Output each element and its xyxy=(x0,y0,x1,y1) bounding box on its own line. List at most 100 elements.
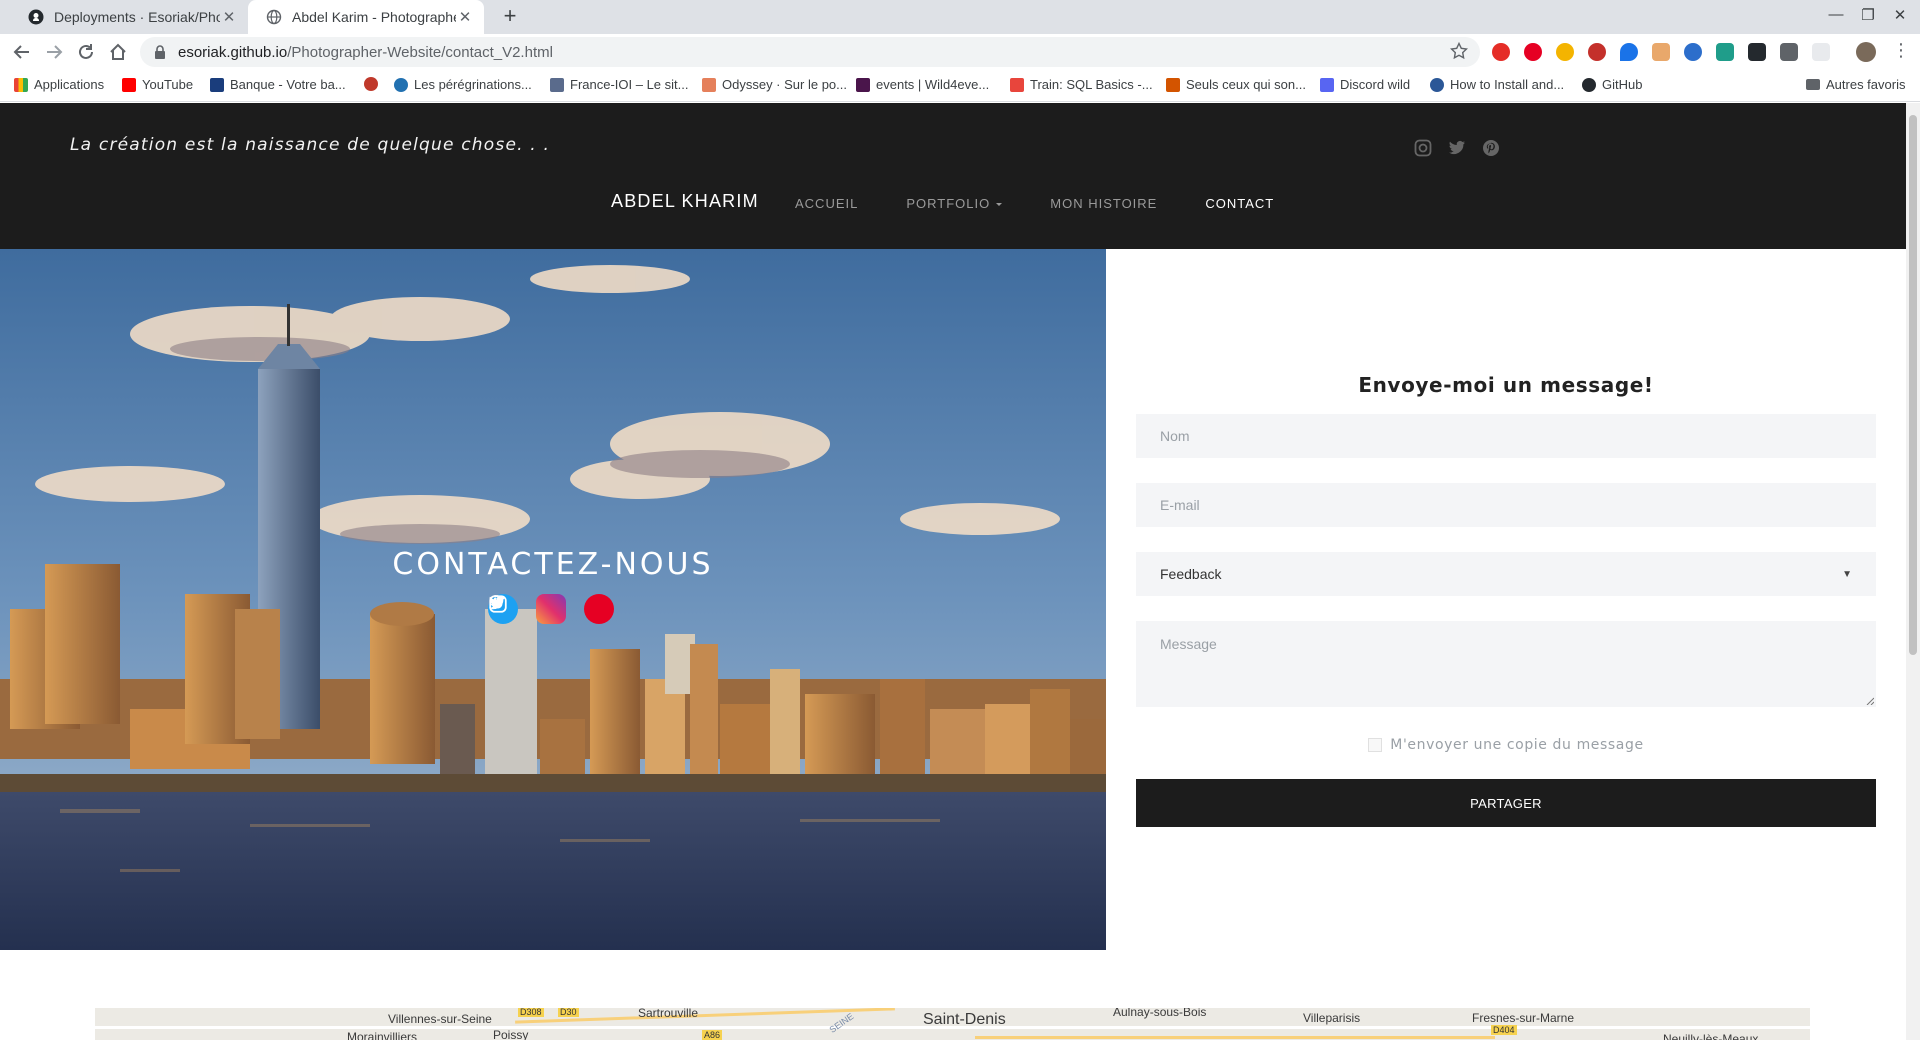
odyssey-icon xyxy=(702,77,716,92)
back-button[interactable] xyxy=(8,38,36,66)
bookmark-label: Les pérégrinations... xyxy=(414,77,532,92)
page-scrollbar[interactable] xyxy=(1906,103,1920,1040)
seuls-icon xyxy=(1166,77,1180,92)
bookmark-banque[interactable]: Banque - Votre ba... xyxy=(210,77,346,92)
location-map[interactable]: Villennes-sur-Seine Sartrouville Saint-D… xyxy=(95,1008,1810,1040)
profile-avatar[interactable] xyxy=(1856,42,1876,62)
bookmark-star-icon[interactable] xyxy=(1450,42,1468,60)
map-road xyxy=(975,1036,1495,1039)
resize-handle-icon[interactable] xyxy=(1866,697,1874,705)
bank-icon xyxy=(210,77,224,92)
subject-selected-value: Feedback xyxy=(1160,566,1222,582)
copy-message-option[interactable]: M'envoyer une copie du message xyxy=(1136,737,1876,753)
web-page: La création est la naissance de quelque … xyxy=(0,103,1906,1040)
pinterest-icon[interactable] xyxy=(1482,139,1500,157)
nav-item-accueil[interactable]: ACCUEIL xyxy=(795,196,858,211)
site-header: La création est la naissance de quelque … xyxy=(0,103,1906,249)
extension-pinterest-icon[interactable] xyxy=(1524,43,1542,61)
bookmark-label: Autres favoris xyxy=(1826,77,1906,92)
bookmark-label: Seuls ceux qui son... xyxy=(1186,77,1306,92)
minimize-icon[interactable]: — xyxy=(1824,6,1848,23)
close-tab-icon[interactable]: ✕ xyxy=(220,8,238,26)
hero-title: CONTACTEZ-NOUS xyxy=(392,547,714,582)
bookmark-label: Applications xyxy=(34,77,105,92)
bookmark-youtube[interactable]: YouTube xyxy=(122,77,193,92)
bookmark-seuls[interactable]: Seuls ceux qui son... xyxy=(1166,77,1306,92)
bookmark-france-ioi[interactable]: France-IOI – Le sit... xyxy=(550,77,689,92)
bookmark-label: Discord wild xyxy=(1340,77,1411,92)
instagram-icon[interactable] xyxy=(489,594,566,624)
pinterest-icon[interactable] xyxy=(490,594,614,624)
message-textarea[interactable]: Message xyxy=(1136,621,1876,707)
extension-wave-icon[interactable] xyxy=(1684,43,1702,61)
close-tab-icon[interactable]: ✕ xyxy=(456,8,474,26)
bookmark-odyssey[interactable]: Odyssey · Sur le po... xyxy=(702,77,847,92)
bookmark-how-to-install[interactable]: How to Install and... xyxy=(1430,77,1564,92)
subject-select[interactable]: Feedback ▼ xyxy=(1136,552,1876,596)
slack-icon xyxy=(856,77,870,92)
extension-blank-icon[interactable] xyxy=(1812,43,1830,61)
map-road-label: D404 xyxy=(1491,1025,1517,1035)
discord-icon xyxy=(1320,77,1334,92)
install-icon xyxy=(1430,77,1444,92)
map-place-label: Neuilly-lès-Meaux xyxy=(1663,1032,1759,1040)
reload-icon xyxy=(79,44,93,59)
nav-item-contact[interactable]: CONTACT xyxy=(1205,196,1274,211)
map-road-label: A86 xyxy=(702,1030,723,1040)
extension-s-icon[interactable] xyxy=(1716,43,1734,61)
form-title: Envoye-moi un message! xyxy=(1358,373,1654,397)
france-ioi-icon xyxy=(550,77,564,92)
new-tab-button[interactable]: + xyxy=(498,5,522,29)
bookmark-peregrinations[interactable]: Les pérégrinations... xyxy=(394,77,532,92)
extension-grid-icon[interactable] xyxy=(1652,43,1670,61)
bookmark-sql[interactable]: Train: SQL Basics -... xyxy=(1010,77,1153,92)
name-placeholder: Nom xyxy=(1160,428,1190,444)
twitter-icon[interactable] xyxy=(1448,139,1466,157)
lock-icon xyxy=(155,45,165,59)
extension-google-icon[interactable] xyxy=(1556,43,1574,61)
bookmark-label: GitHub xyxy=(1602,77,1643,92)
tab-deployments[interactable]: Deployments · Esoriak/Photographer-Websi… xyxy=(10,0,248,34)
forward-button[interactable] xyxy=(40,38,68,66)
map-place-label: Aulnay-sous-Bois xyxy=(1113,1008,1207,1019)
nav-item-mon-histoire[interactable]: MON HISTOIRE xyxy=(1050,196,1157,211)
address-bar[interactable]: esoriak.github.io/Photographer-Website/c… xyxy=(140,37,1480,67)
submit-button[interactable]: PARTAGER xyxy=(1136,779,1876,827)
map-place-label: Saint-Denis xyxy=(923,1011,1006,1028)
extension-shield-icon[interactable] xyxy=(1780,43,1798,61)
scrollbar-thumb[interactable] xyxy=(1909,115,1917,655)
arrow-left-icon xyxy=(13,45,29,59)
browser-menu-icon[interactable]: ⋮ xyxy=(1892,40,1910,61)
heart-icon xyxy=(364,77,378,91)
hero-image: CONTACTEZ-NOUS xyxy=(0,249,1106,950)
map-road-label: D30 xyxy=(558,1008,579,1017)
restore-icon[interactable]: ❐ xyxy=(1856,6,1880,24)
bookmark-heart[interactable] xyxy=(364,77,384,91)
extension-github-icon[interactable] xyxy=(1748,43,1766,61)
instagram-icon[interactable] xyxy=(1414,139,1432,157)
bookmark-label: Banque - Votre ba... xyxy=(230,77,346,92)
extension-drop-icon[interactable] xyxy=(1620,43,1638,61)
github-icon xyxy=(28,9,44,25)
bookmark-apps[interactable]: Applications xyxy=(14,77,104,92)
folder-icon xyxy=(1806,79,1820,90)
site-brand[interactable]: ABDEL KHARIM xyxy=(611,191,759,212)
tab-abdel-karim[interactable]: Abdel Karim - Photographe ✕ xyxy=(248,0,484,34)
bookmark-events[interactable]: events | Wild4eve... xyxy=(856,77,989,92)
map-place-label: Villennes-sur-Seine xyxy=(388,1012,492,1026)
extension-adblock-icon[interactable] xyxy=(1588,43,1606,61)
nav-item-portfolio[interactable]: PORTFOLIO xyxy=(906,196,1003,211)
map-place-label: Fresnes-sur-Marne xyxy=(1472,1011,1575,1025)
extension-opera-icon[interactable] xyxy=(1492,43,1510,61)
bookmark-github[interactable]: GitHub xyxy=(1582,77,1642,92)
message-placeholder: Message xyxy=(1160,636,1217,652)
home-button[interactable] xyxy=(104,38,132,66)
copy-message-checkbox[interactable] xyxy=(1368,738,1383,752)
map-river-label: SEINE xyxy=(827,1011,856,1035)
email-input[interactable]: E-mail xyxy=(1136,483,1876,527)
bookmark-discord[interactable]: Discord wild xyxy=(1320,77,1410,92)
bookmark-other-folder[interactable]: Autres favoris xyxy=(1806,77,1905,92)
reload-button[interactable] xyxy=(72,38,100,66)
name-input[interactable]: Nom xyxy=(1136,414,1876,458)
close-window-icon[interactable]: ✕ xyxy=(1888,6,1912,24)
